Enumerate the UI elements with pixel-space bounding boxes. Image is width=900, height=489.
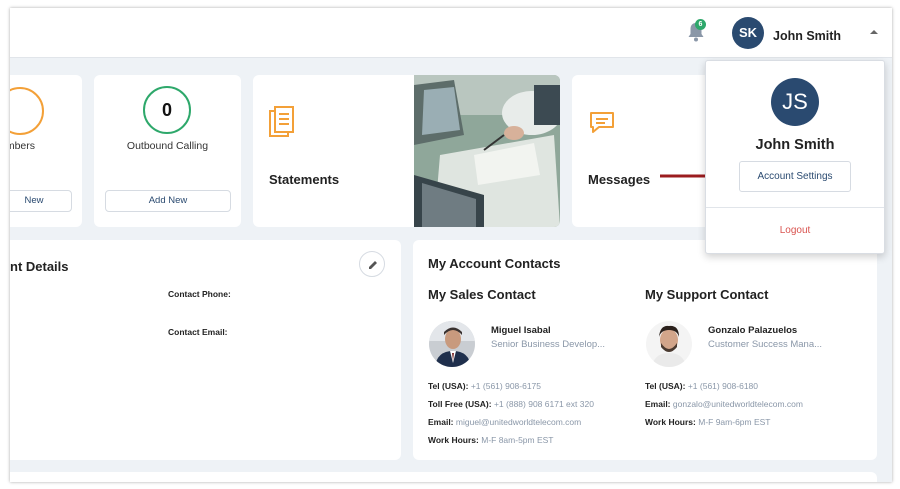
edit-details-button[interactable] [359, 251, 385, 277]
app-window: 6 SK John Smith umbers New 0 Outbound Ca… [10, 8, 892, 482]
user-dropdown-menu: JS John Smith Account Settings Logout [705, 60, 885, 254]
support-contact-role: Customer Success Mana... [708, 339, 823, 350]
dropdown-divider [706, 207, 884, 208]
support-hours-line: Work Hours: M-F 9am-6pm EST [645, 417, 771, 427]
account-contacts-card: My Account Contacts My Sales Contact Mig… [413, 240, 877, 460]
outbound-calling-card: 0 Outbound Calling Add New [94, 75, 241, 227]
messages-label: Messages [588, 172, 651, 187]
top-bar: 6 SK John Smith [10, 8, 892, 58]
statements-card[interactable]: Statements [253, 75, 560, 227]
sales-contact-photo [429, 321, 475, 367]
add-number-button[interactable]: New [10, 190, 72, 212]
account-contacts-title: My Account Contacts [428, 256, 561, 271]
sales-contact-name: Miguel Isabal [491, 325, 551, 336]
numbers-count-ring [10, 87, 44, 135]
statements-label: Statements [269, 172, 340, 187]
pencil-icon [369, 261, 377, 269]
numbers-label: umbers [10, 140, 36, 152]
sales-tel-line: Tel (USA): +1 (561) 908-6175 [428, 381, 542, 391]
contact-phone-label: Contact Phone: [168, 289, 231, 299]
outbound-count-ring: 0 [143, 86, 191, 134]
user-name[interactable]: John Smith [773, 29, 841, 43]
numbers-card: umbers New [10, 75, 82, 227]
sales-tollfree-line: Toll Free (USA): +1 (888) 908 6171 ext 3… [428, 399, 594, 409]
support-email-line[interactable]: Email: gonzalo@unitedworldtelecom.com [645, 399, 803, 409]
dropdown-user-name: John Smith [755, 137, 835, 153]
document-icon [269, 106, 294, 137]
add-outbound-button[interactable]: Add New [105, 190, 231, 212]
sales-hours-line: Work Hours: M-F 8am-5pm EST [428, 435, 554, 445]
account-details-card: nt Details Contact Phone: Contact Email: [10, 240, 401, 460]
sales-contact-heading: My Sales Contact [428, 287, 536, 302]
dropdown-avatar: JS [771, 78, 819, 126]
notification-badge: 6 [695, 19, 706, 30]
support-contact-name: Gonzalo Palazuelos [708, 325, 798, 336]
account-settings-button[interactable]: Account Settings [739, 161, 851, 192]
avatar[interactable]: SK [732, 17, 764, 49]
outbound-label: Outbound Calling [126, 140, 209, 152]
sales-contact-role: Senior Business Develop... [491, 339, 606, 350]
logout-link[interactable]: Logout [706, 225, 884, 236]
details-title: nt Details [10, 259, 69, 274]
support-contact-heading: My Support Contact [645, 287, 769, 302]
support-tel-line: Tel (USA): +1 (561) 908-6180 [645, 381, 759, 391]
office-photo [414, 75, 560, 227]
support-contact-photo [646, 321, 692, 367]
caret-up-icon[interactable] [870, 30, 878, 34]
chat-icon [590, 112, 614, 133]
contact-email-label: Contact Email: [168, 327, 228, 337]
bottom-card [10, 472, 877, 482]
sales-email-line[interactable]: Email: miguel@unitedworldtelecom.com [428, 417, 581, 427]
